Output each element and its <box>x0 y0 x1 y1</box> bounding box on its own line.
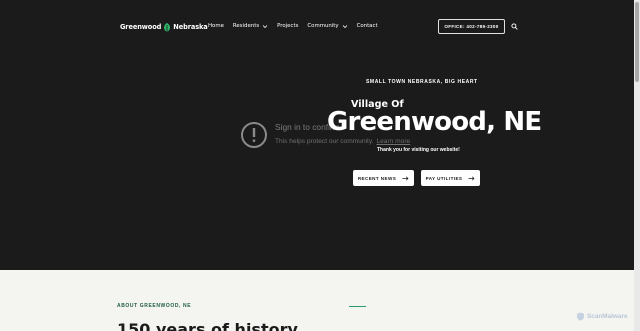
main-nav: Home Residents Projects Community Contac… <box>208 23 387 29</box>
pay-utilities-button[interactable]: PAY UTILITIES <box>421 170 480 186</box>
site-logo[interactable]: Greenwood Nebraska <box>120 20 208 34</box>
nav-item-residents[interactable]: Residents <box>233 23 268 29</box>
hero-subtitle: Thank you for visiting our website! <box>377 147 460 153</box>
nav-item-label: Contact <box>356 23 378 29</box>
arrow-right-icon <box>468 176 475 180</box>
logo-text-nebraska: Nebraska <box>173 23 208 31</box>
nav-item-label: Home <box>208 23 224 29</box>
nav-item-community[interactable]: Community <box>307 23 347 29</box>
nav-item-label: Residents <box>232 23 260 29</box>
page-scrollbar[interactable] <box>634 0 640 331</box>
about-section-label: ABOUT GREENWOOD, NE <box>117 303 192 309</box>
leaf-icon <box>164 22 171 32</box>
nav-item-contact[interactable]: Contact <box>357 23 378 29</box>
hero-section: Greenwood Nebraska Home Residents Projec… <box>0 0 634 270</box>
alert-icon <box>241 122 267 148</box>
logo-text-greenwood: Greenwood <box>120 23 162 31</box>
sign-in-subtext-label: This helps protect our community. <box>275 138 374 145</box>
recent-news-button[interactable]: RECENT NEWS <box>353 170 414 186</box>
about-heading: 150 years of history <box>117 320 298 331</box>
chevron-down-icon <box>262 24 268 28</box>
button-label: RECENT NEWS <box>357 175 397 181</box>
nav-item-home[interactable]: Home <box>208 23 224 29</box>
nav-item-label: Community <box>307 23 339 29</box>
chevron-down-icon <box>342 24 347 28</box>
sign-in-subtext: This helps protect our community. Learn m… <box>275 138 410 145</box>
hero-title: Greenwood, NE <box>327 107 542 137</box>
page: Greenwood Nebraska Home Residents Projec… <box>0 0 640 331</box>
button-label: PAY UTILITIES <box>425 175 463 181</box>
learn-more-link[interactable]: Learn more <box>376 138 410 145</box>
arrow-right-icon <box>402 176 409 180</box>
search-icon[interactable] <box>511 23 518 30</box>
badge-label: ScanMalware <box>587 312 628 320</box>
accent-divider <box>349 306 366 308</box>
nav-item-label: Projects <box>277 23 299 29</box>
scanmalware-badge[interactable]: ScanMalware <box>576 310 628 322</box>
shield-icon <box>577 312 584 321</box>
scrollbar-thumb[interactable] <box>635 2 639 82</box>
nav-item-projects[interactable]: Projects <box>277 23 298 29</box>
hero-eyebrow: SMALL TOWN NEBRASKA, BIG HEART <box>366 79 478 85</box>
office-phone-button[interactable]: OFFICE: 402-789-2300 <box>438 19 505 34</box>
